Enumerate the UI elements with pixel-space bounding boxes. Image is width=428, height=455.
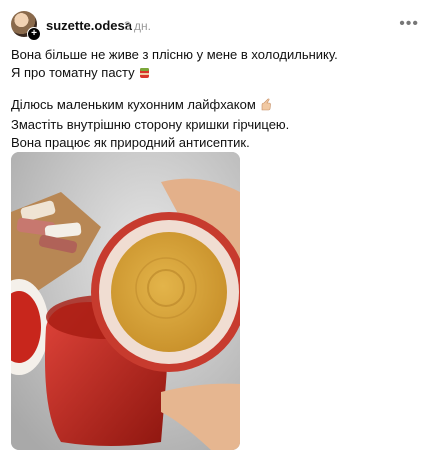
tomato-can-emoji-icon bbox=[138, 66, 151, 84]
photo-illustration bbox=[11, 152, 240, 450]
text-line-1: Вона більше не живе з плісню у мене в хо… bbox=[11, 47, 338, 62]
username[interactable]: suzette.odesa bbox=[46, 18, 132, 33]
post-photo[interactable] bbox=[11, 152, 240, 450]
paragraph-1: Вона більше не живе з плісню у мене в хо… bbox=[11, 46, 411, 84]
text-line-4: Змастіть внутрішню сторону кришки гірчиц… bbox=[11, 117, 290, 132]
avatar[interactable]: + bbox=[11, 11, 41, 41]
pointing-finger-emoji-icon bbox=[259, 98, 272, 116]
post-card: + suzette.odesa 3 дн. ••• Вона більше не… bbox=[0, 0, 428, 455]
post-header: + suzette.odesa 3 дн. ••• bbox=[11, 11, 421, 41]
more-options-icon[interactable]: ••• bbox=[399, 15, 419, 33]
text-line-2: Я про томатну пасту bbox=[11, 64, 411, 84]
text-line-2-label: Я про томатну пасту bbox=[11, 65, 135, 80]
text-line-5: Вона працює як природний антисептик. bbox=[11, 135, 250, 150]
post-time: 3 дн. bbox=[124, 19, 151, 33]
text-line-3-label: Ділюсь маленьким кухонним лайфхаком bbox=[11, 97, 256, 112]
paragraph-2: Ділюсь маленьким кухонним лайфхаком Змас… bbox=[11, 96, 411, 152]
text-line-3: Ділюсь маленьким кухонним лайфхаком bbox=[11, 96, 411, 116]
follow-plus-icon[interactable]: + bbox=[27, 27, 41, 41]
